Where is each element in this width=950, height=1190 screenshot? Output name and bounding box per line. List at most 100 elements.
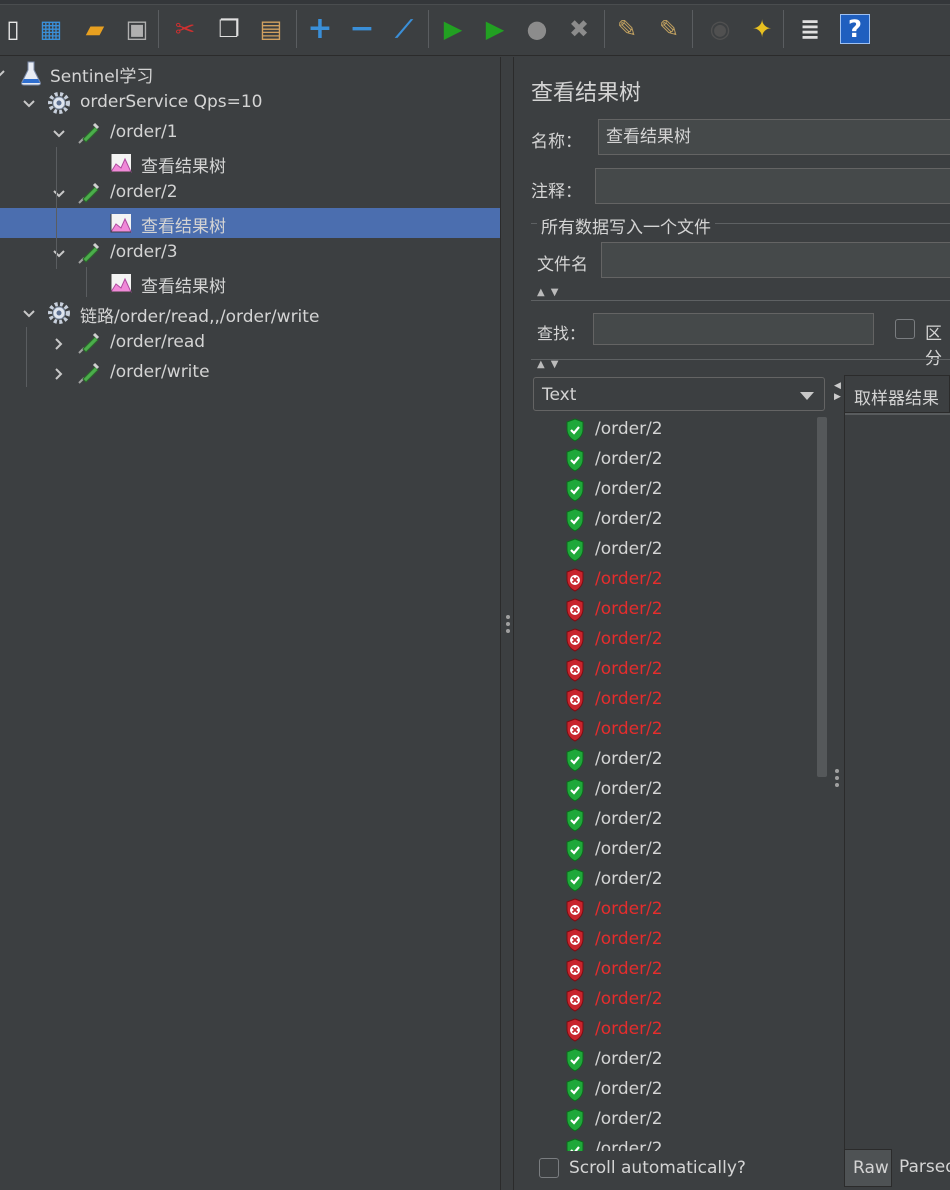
- tab-parsed-label: Parsed: [899, 1157, 950, 1177]
- results-splitter[interactable]: ◀ ▶: [831, 375, 843, 1190]
- main-splitter[interactable]: [500, 57, 514, 1190]
- result-list-item[interactable]: /order/2: [533, 625, 823, 655]
- result-list-item[interactable]: /order/2: [533, 1015, 823, 1045]
- result-list-item[interactable]: /order/2: [533, 505, 823, 535]
- cut-icon[interactable]: ✂: [168, 11, 202, 47]
- file-group-title: 所有数据写入一个文件: [537, 213, 715, 238]
- stop-icon[interactable]: ●: [520, 11, 554, 47]
- shutdown-icon[interactable]: ✖: [562, 11, 596, 47]
- search-icon[interactable]: ◉: [703, 11, 737, 47]
- tree-item[interactable]: 链路/order/read,,/order/write: [0, 298, 500, 328]
- results-scrollbar[interactable]: [817, 417, 827, 777]
- chevron-right-icon[interactable]: [52, 336, 66, 350]
- comment-field[interactable]: [595, 168, 950, 204]
- clear-icon[interactable]: ✎: [610, 11, 644, 47]
- chevron-down-icon[interactable]: [22, 306, 36, 320]
- chevron-down-icon[interactable]: [52, 246, 66, 260]
- chevron-down-icon[interactable]: [0, 66, 6, 80]
- listener-icon: [108, 210, 134, 236]
- scroll-auto-checkbox[interactable]: [539, 1158, 559, 1178]
- result-list-item[interactable]: /order/2: [533, 655, 823, 685]
- chevron-down-icon[interactable]: [52, 126, 66, 140]
- collapse-arrows-icon[interactable]: ▲▼: [537, 287, 564, 298]
- case-sensitive-checkbox[interactable]: [895, 319, 915, 339]
- start-no-pauses-icon[interactable]: ▶: [478, 11, 512, 47]
- result-list-item-label: /order/2: [595, 449, 663, 469]
- name-field[interactable]: 查看结果树: [598, 119, 950, 155]
- tree-item[interactable]: /order/2: [0, 178, 500, 208]
- result-list-item[interactable]: /order/2: [533, 895, 823, 925]
- save-icon[interactable]: ▣: [120, 11, 154, 47]
- result-list-item[interactable]: /order/2: [533, 565, 823, 595]
- success-shield-icon: [565, 1078, 585, 1102]
- clear-all-icon[interactable]: ✎: [652, 11, 686, 47]
- results-list[interactable]: /order/2/order/2/order/2/order/2/order/2…: [533, 415, 829, 1151]
- result-list-item[interactable]: /order/2: [533, 1105, 823, 1135]
- result-list-item[interactable]: /order/2: [533, 415, 823, 445]
- chevron-down-icon[interactable]: [52, 186, 66, 200]
- result-list-item[interactable]: /order/2: [533, 1135, 823, 1151]
- paste-icon[interactable]: ▤: [254, 11, 288, 47]
- toolbar-separator: [604, 10, 605, 48]
- toggle-icon[interactable]: ⟋: [387, 11, 421, 47]
- result-list-item[interactable]: /order/2: [533, 595, 823, 625]
- templates-icon[interactable]: ▦: [34, 11, 68, 47]
- result-list-item[interactable]: /order/2: [533, 475, 823, 505]
- result-list-item[interactable]: /order/2: [533, 535, 823, 565]
- start-icon[interactable]: ▶: [436, 11, 470, 47]
- tree-item[interactable]: 查看结果树: [0, 268, 500, 298]
- tree-item[interactable]: 查看结果树: [0, 208, 500, 238]
- tab-parsed[interactable]: Parsed: [893, 1149, 950, 1187]
- tab-sampler-result[interactable]: 取样器结果: [844, 375, 950, 413]
- tree-guide-line: [26, 327, 27, 387]
- tree-item[interactable]: /order/3: [0, 238, 500, 268]
- tab-sampler-result-label: 取样器结果: [854, 389, 939, 409]
- result-list-item[interactable]: /order/2: [533, 715, 823, 745]
- result-list-item[interactable]: /order/2: [533, 1075, 823, 1105]
- result-list-item[interactable]: /order/2: [533, 835, 823, 865]
- tab-raw[interactable]: Raw: [844, 1149, 892, 1187]
- result-list-item[interactable]: /order/2: [533, 985, 823, 1015]
- success-shield-icon: [565, 538, 585, 562]
- split-arrows-icon[interactable]: ◀ ▶: [834, 381, 841, 403]
- result-list-item[interactable]: /order/2: [533, 805, 823, 835]
- error-shield-icon: [565, 988, 585, 1012]
- result-list-item-label: /order/2: [595, 959, 663, 979]
- function-helper-icon[interactable]: ≣: [793, 11, 827, 47]
- tree-item[interactable]: /order/read: [0, 328, 500, 358]
- result-list-item-label: /order/2: [595, 749, 663, 769]
- result-list-item[interactable]: /order/2: [533, 775, 823, 805]
- tree-item[interactable]: /order/1: [0, 118, 500, 148]
- collapse-arrows-icon[interactable]: ▲▼: [537, 359, 564, 370]
- chevron-down-icon[interactable]: [22, 96, 36, 110]
- result-list-item[interactable]: /order/2: [533, 955, 823, 985]
- result-list-item[interactable]: /order/2: [533, 445, 823, 475]
- tree-item[interactable]: /order/write: [0, 358, 500, 388]
- success-shield-icon: [565, 418, 585, 442]
- result-list-item-label: /order/2: [595, 629, 663, 649]
- help-icon[interactable]: ?: [838, 11, 872, 47]
- result-list-item[interactable]: /order/2: [533, 865, 823, 895]
- result-list-item[interactable]: /order/2: [533, 1045, 823, 1075]
- tree-item-label: /order/read: [110, 332, 206, 352]
- chevron-right-icon[interactable]: [52, 366, 66, 380]
- expand-icon[interactable]: +: [303, 11, 337, 47]
- open-icon[interactable]: ▰: [78, 11, 112, 47]
- copy-icon[interactable]: ❐: [212, 11, 246, 47]
- tree-item[interactable]: orderService Qps=10: [0, 88, 500, 118]
- renderer-select[interactable]: Text: [533, 377, 825, 411]
- toolbar: ▯ ▦ ▰ ▣ ✂ ❐ ▤ + − ⟋ ▶ ▶ ● ✖ ✎ ✎ ◉ ✦ ≣?: [0, 0, 950, 56]
- tree-item-label: Sentinel学习: [50, 67, 154, 87]
- search-field[interactable]: [593, 313, 874, 345]
- result-list-item[interactable]: /order/2: [533, 745, 823, 775]
- tree-item[interactable]: Sentinel学习: [0, 58, 500, 88]
- filename-field[interactable]: [601, 242, 950, 278]
- new-icon[interactable]: ▯: [0, 11, 30, 47]
- tree-item[interactable]: 查看结果树: [0, 148, 500, 178]
- result-list-item[interactable]: /order/2: [533, 925, 823, 955]
- collapse-icon[interactable]: −: [345, 11, 379, 47]
- toolbar-separator: [428, 10, 429, 48]
- result-list-item[interactable]: /order/2: [533, 685, 823, 715]
- reset-search-icon[interactable]: ✦: [745, 11, 779, 47]
- result-list-item-label: /order/2: [595, 419, 663, 439]
